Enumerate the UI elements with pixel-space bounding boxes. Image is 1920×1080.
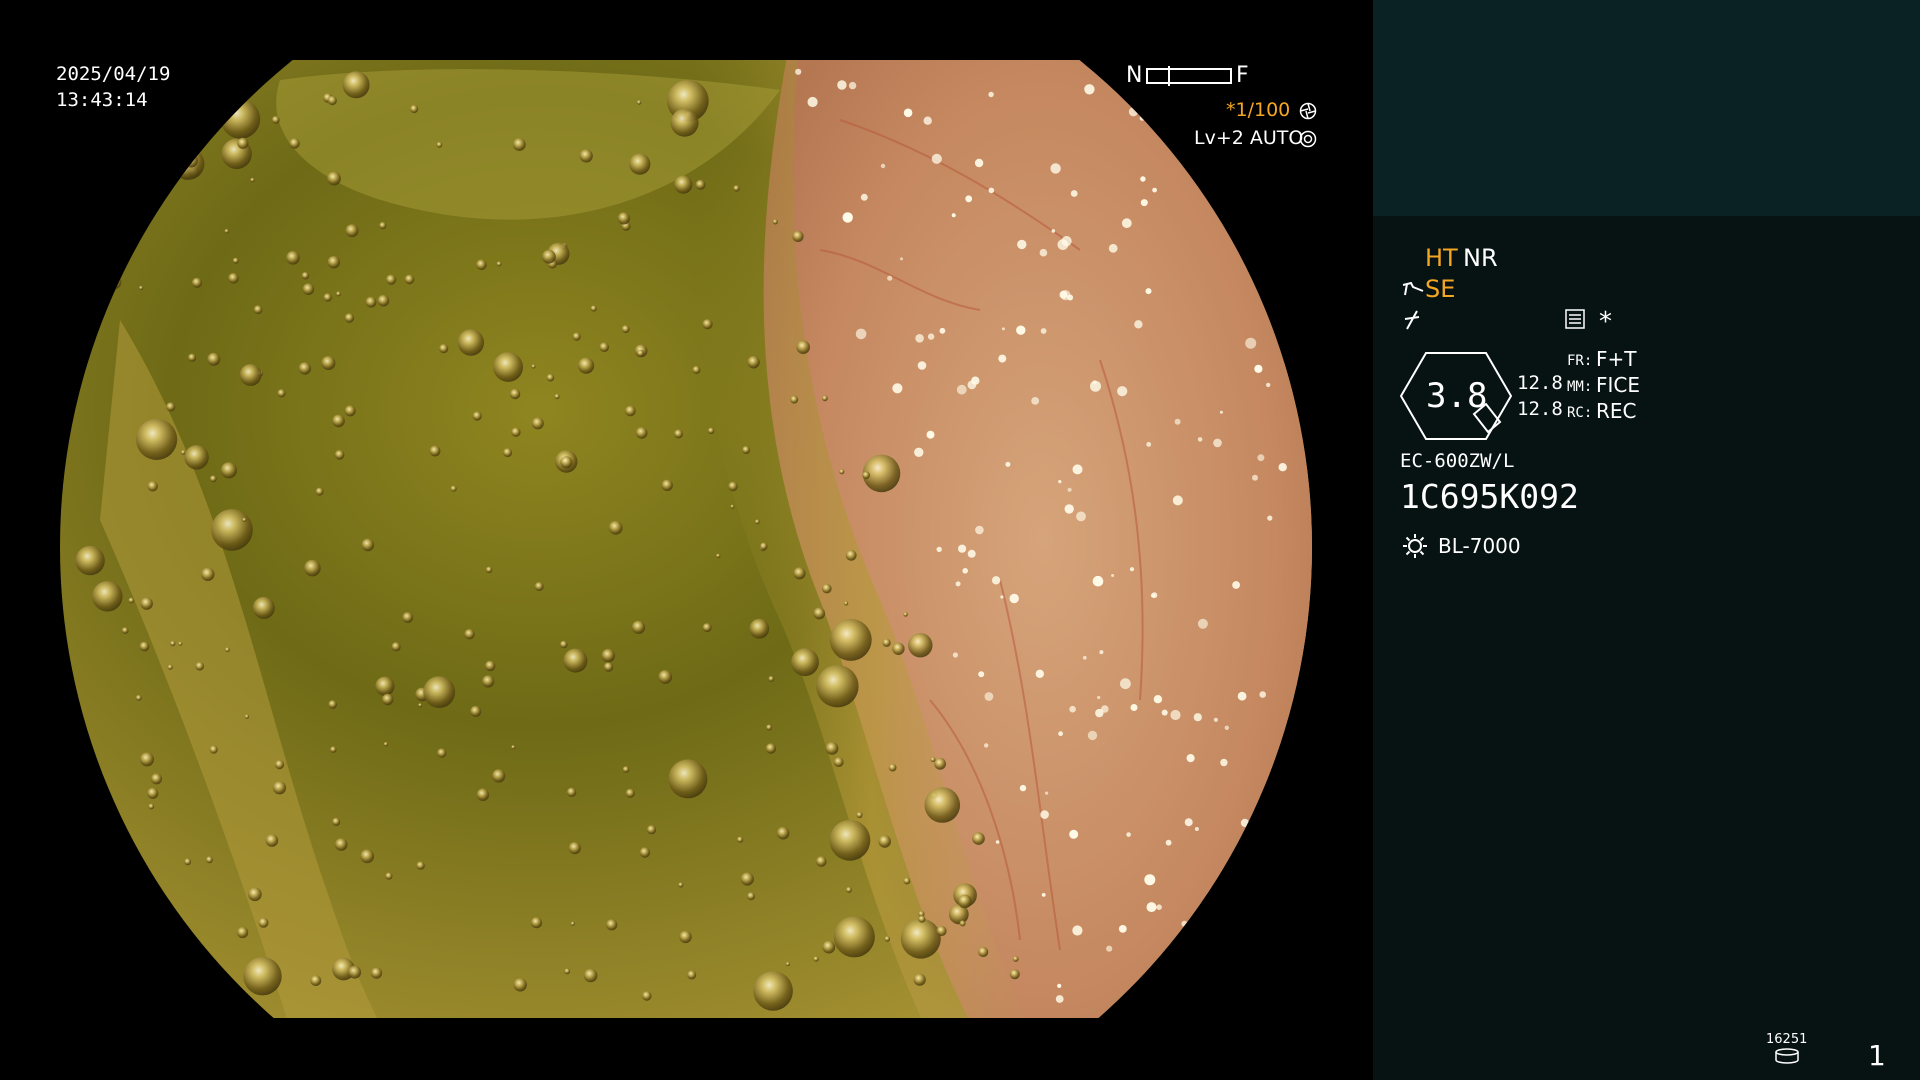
endoscopic-image bbox=[60, 60, 1312, 1018]
asterisk-indicator: * bbox=[1599, 307, 1612, 337]
endoscope-viewport: 2025/04/19 13:43:14 N F *1/100 Lv+2 AUTO bbox=[0, 0, 1373, 1080]
fr-label: FR: bbox=[1567, 353, 1593, 369]
exposure-level: Lv+2 AUTO bbox=[1194, 127, 1304, 149]
nr-indicator: NR bbox=[1463, 244, 1498, 272]
date-label: 2025/04/19 bbox=[56, 63, 171, 85]
scope-serial: 1C695K092 bbox=[1400, 477, 1579, 516]
storage-icon bbox=[1775, 1048, 1799, 1064]
scope-model: EC-600ZW/L bbox=[1400, 450, 1515, 472]
page-number: 1 bbox=[1868, 1039, 1886, 1072]
se-indicator: SE bbox=[1425, 275, 1456, 303]
focus-near-label: N bbox=[1126, 63, 1143, 88]
zoom-value: 3.8 bbox=[1426, 376, 1488, 416]
fr-value: F+T bbox=[1596, 347, 1637, 371]
time-label: 13:43:14 bbox=[56, 89, 148, 111]
mm-value: FICE bbox=[1596, 373, 1641, 397]
scope-tip-icon bbox=[1402, 281, 1424, 296]
lamp-icon bbox=[1403, 534, 1427, 558]
focus-indicator bbox=[1146, 66, 1232, 86]
zoom-badge: 3.8 bbox=[1400, 352, 1512, 440]
setting-value-2: 12.8 bbox=[1517, 398, 1563, 420]
focus-far-label: F bbox=[1236, 63, 1249, 88]
iris-icon bbox=[1299, 102, 1317, 120]
menu-icon bbox=[1565, 309, 1585, 329]
mm-label: MM: bbox=[1567, 379, 1593, 395]
flash-icon bbox=[1404, 310, 1420, 330]
storage-count: 16251 bbox=[1766, 1032, 1808, 1047]
ht-indicator: HT bbox=[1425, 244, 1458, 272]
auto-exposure-icon bbox=[1299, 130, 1317, 148]
light-source: BL-7000 bbox=[1438, 534, 1521, 558]
rc-value: REC bbox=[1596, 399, 1637, 423]
side-panel-header bbox=[1373, 0, 1920, 216]
shutter-speed: *1/100 bbox=[1226, 99, 1291, 121]
setting-value-1: 12.8 bbox=[1517, 372, 1563, 394]
rc-label: RC: bbox=[1567, 405, 1593, 421]
